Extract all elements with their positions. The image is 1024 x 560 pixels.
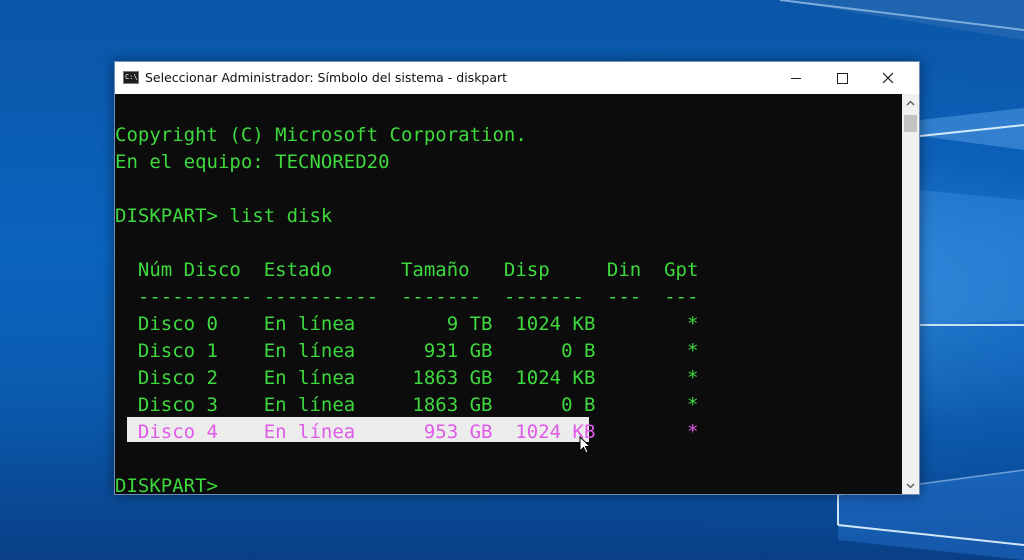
vertical-scrollbar[interactable] — [902, 94, 919, 494]
close-icon — [882, 72, 894, 84]
minimize-button[interactable] — [773, 62, 819, 94]
console-line-copyright: Copyright (C) Microsoft Corporation. — [115, 124, 527, 146]
scroll-up-button[interactable] — [902, 94, 919, 111]
disk-row-0: Disco 0 En línea 9 TB 1024 KB * — [115, 313, 699, 335]
close-button[interactable] — [865, 62, 911, 94]
disk-table-header: Núm Disco Estado Tamaño Disp Din Gpt — [115, 259, 699, 281]
disk-row-4: Disco 4 En línea 953 GB 1024 KB * — [115, 421, 699, 443]
cmd-window[interactable]: C:\. Seleccionar Administrador: Símbolo … — [114, 61, 920, 495]
title-bar[interactable]: C:\. Seleccionar Administrador: Símbolo … — [115, 62, 919, 95]
minimize-icon — [791, 77, 801, 79]
console-output[interactable]: Copyright (C) Microsoft Corporation. En … — [115, 94, 902, 494]
cmd-icon: C:\. — [123, 71, 142, 84]
mouse-pointer-icon — [579, 436, 591, 454]
console-line-command: DISKPART> list disk — [115, 205, 333, 227]
maximize-icon — [836, 72, 848, 84]
window-title: Seleccionar Administrador: Símbolo del s… — [145, 70, 508, 85]
scrollbar-thumb[interactable] — [904, 115, 917, 132]
maximize-button[interactable] — [819, 62, 865, 94]
console-prompt[interactable]: DISKPART> — [115, 473, 218, 494]
disk-row-3: Disco 3 En línea 1863 GB 0 B * — [115, 394, 699, 416]
arrow-down-icon — [906, 483, 915, 488]
arrow-up-icon — [906, 100, 915, 105]
disk-table-separator: ---------- ---------- ------- ------- --… — [115, 286, 699, 308]
disk-row-1: Disco 1 En línea 931 GB 0 B * — [115, 340, 699, 362]
console-line-computer: En el equipo: TECNORED20 — [115, 151, 390, 173]
disk-row-2: Disco 2 En línea 1863 GB 1024 KB * — [115, 367, 699, 389]
scroll-down-button[interactable] — [902, 477, 919, 494]
